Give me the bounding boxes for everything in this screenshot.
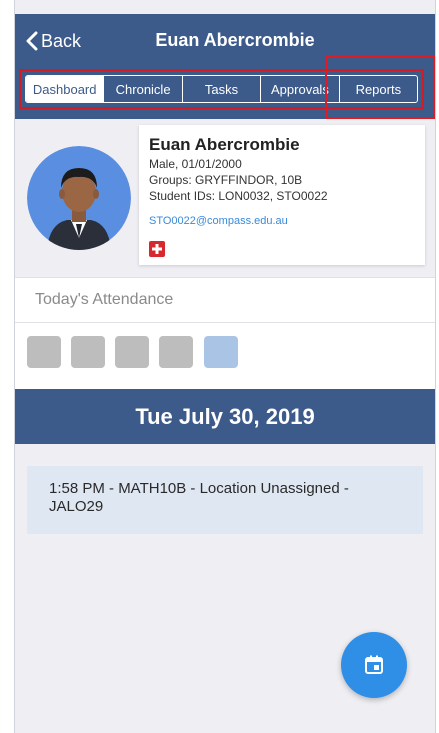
tab-chronicle[interactable]: Chronicle (103, 76, 181, 102)
student-name: Euan Abercrombie (149, 135, 300, 154)
attendance-periods (15, 323, 435, 389)
student-avatar-icon (27, 146, 131, 250)
segmented-tabs: Dashboard Chronicle Tasks Approvals Repo… (25, 75, 418, 103)
top-header: Back Euan Abercrombie Dashboard Chronicl… (15, 14, 435, 119)
tab-reports[interactable]: Reports (338, 76, 417, 102)
student-details: Male, 01/01/2000 (149, 157, 242, 171)
profile-section: Euan Abercrombie Male, 01/01/2000 Groups… (15, 119, 435, 277)
tab-tasks[interactable]: Tasks (181, 76, 260, 102)
student-email-link[interactable]: STO0022@compass.edu.au (149, 215, 288, 227)
attendance-period-3[interactable] (115, 336, 149, 368)
tab-approvals[interactable]: Approvals (260, 76, 338, 102)
avatar (27, 146, 131, 250)
app-screen: Back Euan Abercrombie Dashboard Chronicl… (14, 0, 436, 733)
student-groups: Groups: GRYFFINDOR, 10B (149, 173, 303, 187)
medical-cross-icon[interactable] (149, 241, 165, 257)
medical-cross-glyph (152, 244, 162, 254)
calendar-fab-button[interactable] (341, 632, 407, 698)
page-title: Euan Abercrombie (155, 30, 315, 50)
date-header: Tue July 30, 2019 (15, 389, 435, 444)
attendance-period-5[interactable] (204, 336, 238, 368)
attendance-period-1[interactable] (27, 336, 61, 368)
attendance-period-2[interactable] (71, 336, 105, 368)
student-ids: Student IDs: LON0032, STO0022 (149, 189, 328, 203)
calendar-icon (365, 655, 383, 674)
schedule-event[interactable]: 1:58 PM - MATH10B - Location Unassigned … (27, 466, 423, 534)
attendance-period-4[interactable] (159, 336, 193, 368)
attendance-label: Today's Attendance (15, 277, 435, 323)
student-info-card: Euan Abercrombie Male, 01/01/2000 Groups… (139, 125, 425, 265)
tab-dashboard[interactable]: Dashboard (26, 76, 104, 102)
